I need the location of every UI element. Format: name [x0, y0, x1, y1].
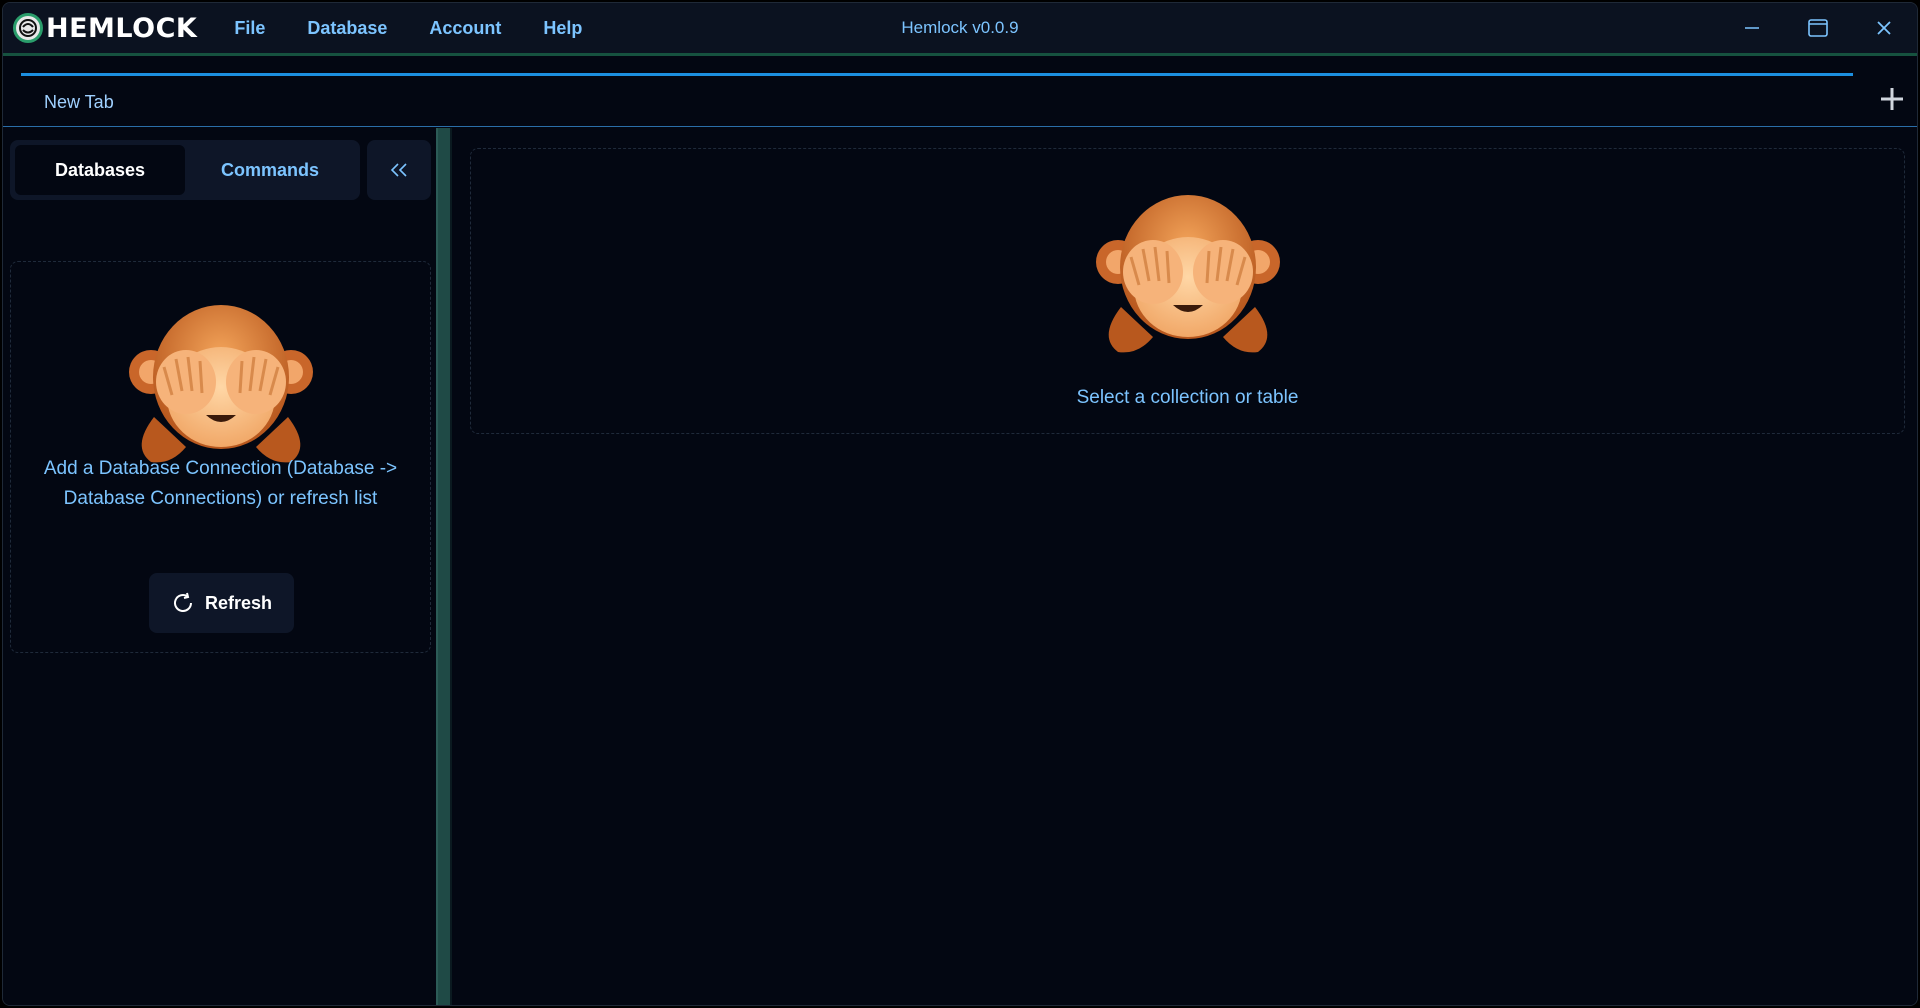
menu-database[interactable]: Database [286, 18, 408, 39]
app-window: HEMLOCK File Database Account Help Hemlo… [2, 2, 1918, 1006]
content-empty-state: Select a collection or table [470, 148, 1905, 434]
app-logo: HEMLOCK [13, 8, 197, 48]
plus-icon [1881, 88, 1903, 110]
maximize-icon [1808, 19, 1828, 37]
panel-splitter[interactable] [436, 128, 452, 1005]
title-bar: HEMLOCK File Database Account Help Hemlo… [3, 3, 1917, 56]
minimize-button[interactable] [1719, 3, 1785, 53]
databases-empty-message: Add a Database Connection (Database -> D… [43, 458, 398, 509]
collapse-sidebar-button[interactable] [367, 140, 431, 200]
close-button[interactable] [1851, 3, 1917, 53]
sidebar-segmented-control: Databases Commands [10, 140, 360, 200]
refresh-icon [174, 592, 192, 612]
menu-file[interactable]: File [213, 18, 286, 39]
hemlock-logo-icon [13, 13, 43, 43]
see-no-evil-monkey-icon [111, 297, 331, 465]
sidebar: Databases Commands Add a Database Connec… [3, 128, 436, 1005]
refresh-button[interactable]: Refresh [149, 573, 294, 633]
see-no-evil-monkey-icon [471, 187, 1904, 355]
logo-text: HEMLOCK [46, 12, 198, 44]
tab-databases[interactable]: Databases [15, 145, 185, 195]
minimize-icon [1745, 27, 1759, 29]
close-icon [1877, 21, 1891, 35]
window-controls [1719, 3, 1917, 53]
content-empty-message: Select a collection or table [1076, 387, 1299, 408]
tab-strip: New Tab [3, 56, 1917, 127]
double-chevron-left-icon [390, 163, 407, 177]
databases-empty-state: Add a Database Connection (Database -> D… [10, 261, 431, 653]
menu-bar: File Database Account Help [213, 18, 603, 39]
main-content: Select a collection or table [452, 128, 1917, 1005]
add-tab-button[interactable] [1877, 84, 1907, 114]
refresh-label: Refresh [204, 592, 273, 613]
menu-help[interactable]: Help [522, 18, 603, 39]
tab-new-tab[interactable]: New Tab [21, 82, 137, 122]
menu-account[interactable]: Account [408, 18, 522, 39]
maximize-button[interactable] [1785, 3, 1851, 53]
tab-active-indicator [21, 73, 1853, 76]
tab-commands[interactable]: Commands [185, 145, 355, 195]
